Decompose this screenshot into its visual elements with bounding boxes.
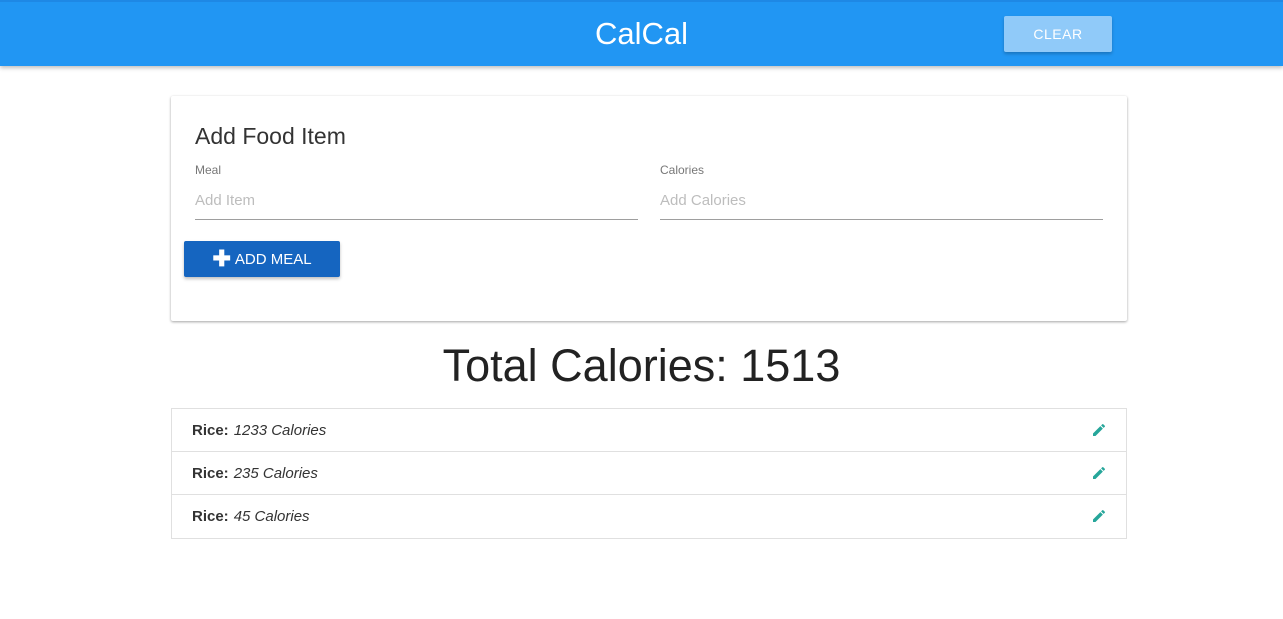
list-item: Rice: 45 Calories xyxy=(172,495,1126,538)
add-meal-button[interactable]: ✚ ADD MEAL xyxy=(184,241,340,277)
item-name: Rice: xyxy=(192,421,229,439)
clear-button[interactable]: CLEAR xyxy=(1004,16,1112,52)
total-calories: Total Calories: 1513 xyxy=(442,340,841,391)
meal-label: Meal xyxy=(195,163,222,177)
meal-input[interactable] xyxy=(195,182,638,220)
item-name: Rice: xyxy=(192,464,229,482)
add-food-card: Add Food Item Meal Calories ✚ ADD MEAL xyxy=(171,96,1127,321)
navbar: CalCal CLEAR xyxy=(0,0,1283,66)
item-name: Rice: xyxy=(192,508,229,525)
plus-icon: ✚ xyxy=(212,246,231,271)
calories-label: Calories xyxy=(660,163,705,177)
list-item: Rice: 235 Calories xyxy=(172,452,1126,495)
item-calories: 1233 Calories xyxy=(233,421,327,439)
item-calories: 235 Calories xyxy=(233,464,318,482)
add-meal-label: ADD MEAL xyxy=(234,250,312,268)
item-calories: 45 Calories xyxy=(233,508,310,525)
pencil-icon[interactable] xyxy=(1091,465,1107,481)
card-title: Add Food Item xyxy=(195,123,346,149)
calories-input[interactable] xyxy=(660,182,1103,220)
pencil-icon[interactable] xyxy=(1091,422,1107,438)
pencil-icon[interactable] xyxy=(1091,508,1107,524)
list-item: Rice: 1233 Calories xyxy=(172,409,1126,452)
meal-list: Rice: 1233 Calories Rice: 235 Calories R… xyxy=(171,408,1127,539)
